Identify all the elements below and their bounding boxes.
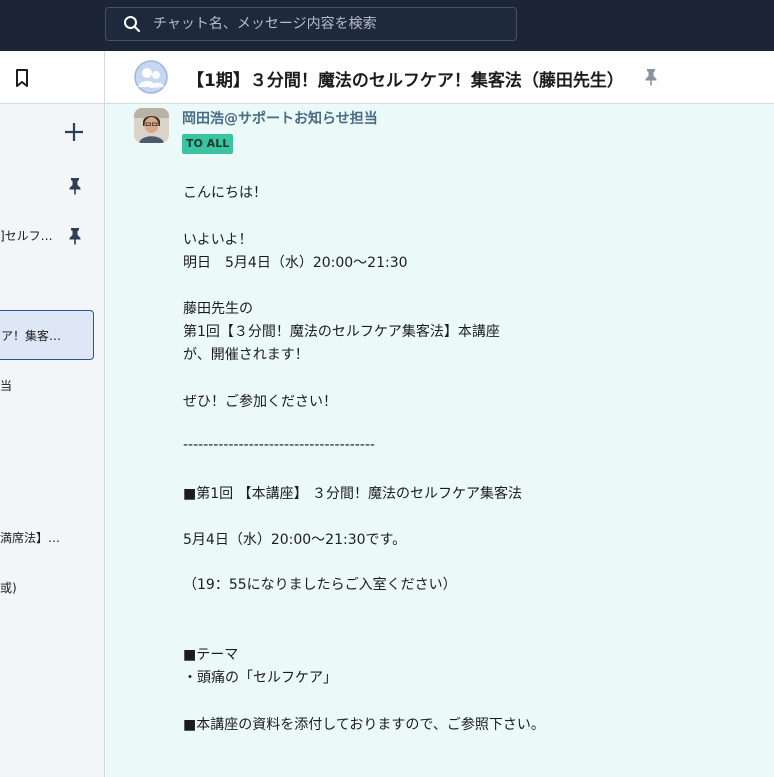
sidebar-header xyxy=(0,51,104,104)
pin-icon[interactable] xyxy=(643,68,659,86)
message-line: いよいよ！ xyxy=(183,232,253,248)
message-line: 5月4日（水）20:00〜21:30です。 xyxy=(183,532,407,548)
sidebar-item-active[interactable]: ア！集客… xyxy=(0,310,94,360)
chat-title: 【1期】３分間！魔法のセルフケア！集客法（藤田先生） xyxy=(187,71,624,91)
avatar[interactable] xyxy=(134,108,169,143)
message-line: が、開催されます！ xyxy=(183,347,309,363)
message-line: 明日 5月4日（水）20:00〜21:30 xyxy=(183,255,408,271)
message-line: ぜひ！ご参加ください！ xyxy=(183,394,337,410)
search-box[interactable] xyxy=(105,7,517,41)
message-line: （19：55になりましたらご入室ください） xyxy=(183,577,457,593)
sidebar-item-label: ア！集客… xyxy=(1,329,62,343)
sidebar-item-label[interactable]: 当 xyxy=(0,377,12,394)
chat-header: 【1期】３分間！魔法のセルフケア！集客法（藤田先生） xyxy=(105,51,774,104)
sidebar-item-label[interactable]: ]セルフ… xyxy=(0,227,53,244)
search-icon xyxy=(124,16,141,33)
divider-line: -------------------------------------- xyxy=(183,437,375,453)
message-line: こんにちは！ xyxy=(183,185,267,201)
plus-icon[interactable] xyxy=(62,120,86,144)
bookmark-icon[interactable] xyxy=(14,68,30,88)
message-line: ■テーマ xyxy=(183,647,239,663)
pin-icon[interactable] xyxy=(67,177,83,195)
top-bar xyxy=(0,0,774,51)
message-line: 藤田先生の xyxy=(183,301,253,317)
pin-icon[interactable] xyxy=(67,227,83,245)
message-line: ■第1回 【本講座】 ３分間！魔法のセルフケア集客法 xyxy=(183,486,523,502)
sidebar: ]セルフ… ア！集客… 当 満席法】… 或) xyxy=(0,51,105,777)
message-line: ・頭痛の「セルフケア」 xyxy=(183,670,337,686)
group-avatar-icon[interactable] xyxy=(134,60,168,94)
message-line: 第1回【３分間！魔法のセルフケア集客法】本講座 xyxy=(183,324,500,340)
sidebar-item-label[interactable]: 満席法】… xyxy=(0,529,60,546)
to-all-badge: TO ALL xyxy=(182,134,234,154)
sidebar-item-label[interactable]: 或) xyxy=(0,579,17,596)
sender-name[interactable]: 岡田浩@サポートお知らせ担当 xyxy=(182,108,378,128)
message-line: ■本講座の資料を添付しておりますので、ご参照下さい。 xyxy=(183,717,545,733)
message-area: 岡田浩@サポートお知らせ担当 TO ALL こんにちは！ いよいよ！ 明日 5月… xyxy=(106,104,774,777)
search-input[interactable] xyxy=(153,16,493,32)
